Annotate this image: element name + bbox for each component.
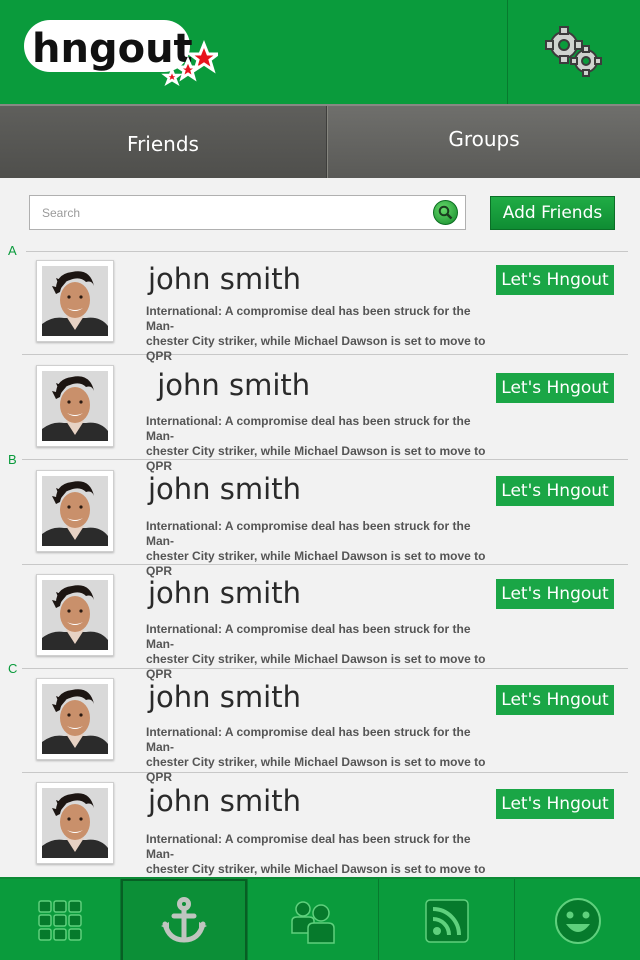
lets-hngout-button[interactable]: Let's Hngout bbox=[496, 579, 614, 609]
smiley-icon bbox=[554, 897, 601, 944]
search-input[interactable] bbox=[42, 196, 422, 229]
friend-description-line: chester City striker, while Michael Daws… bbox=[146, 549, 486, 578]
friend-description: International: A compromise deal has bee… bbox=[146, 725, 496, 785]
avatar-photo bbox=[42, 684, 108, 754]
rss-icon bbox=[424, 898, 469, 943]
lets-hngout-button[interactable]: Let's Hngout bbox=[496, 373, 614, 403]
friend-name: john smith bbox=[148, 576, 301, 610]
logo-text: hngout bbox=[32, 26, 193, 72]
search-button[interactable] bbox=[433, 200, 458, 225]
avatar-photo bbox=[42, 580, 108, 650]
add-friends-button[interactable]: Add Friends bbox=[490, 196, 615, 230]
nav-rss[interactable] bbox=[379, 879, 515, 960]
lets-hngout-button[interactable]: Let's Hngout bbox=[496, 265, 614, 295]
friend-description: International: A compromise deal has bee… bbox=[146, 622, 496, 682]
friend-description: International: A compromise deal has bee… bbox=[146, 414, 496, 474]
friend-name: john smith bbox=[148, 262, 301, 296]
section-letter-b: B bbox=[8, 452, 17, 467]
friend-description-line: International: A compromise deal has bee… bbox=[146, 622, 471, 651]
avatar[interactable] bbox=[36, 678, 114, 760]
lets-hngout-button[interactable]: Let's Hngout bbox=[496, 476, 614, 506]
avatar[interactable] bbox=[36, 365, 114, 447]
nav-people[interactable] bbox=[248, 879, 379, 960]
avatar-photo bbox=[42, 266, 108, 336]
section-letter-c: C bbox=[8, 661, 18, 676]
section-letter-a: A bbox=[8, 243, 17, 258]
settings-button[interactable] bbox=[507, 0, 640, 104]
friend-name: john smith bbox=[148, 368, 311, 402]
friend-description-line: chester City striker, while Michael Daws… bbox=[146, 755, 486, 784]
friend-description-line: chester City striker, while Michael Daws… bbox=[146, 652, 486, 681]
people-icon bbox=[291, 900, 335, 944]
friend-description-line: International: A compromise deal has bee… bbox=[146, 414, 471, 443]
friend-description: International: A compromise deal has bee… bbox=[146, 304, 496, 364]
nav-smiley[interactable] bbox=[515, 879, 640, 960]
divider bbox=[26, 251, 628, 252]
avatar-photo bbox=[42, 371, 108, 441]
tab-groups[interactable]: Groups bbox=[327, 106, 640, 178]
friend-name: john smith bbox=[148, 680, 301, 714]
search-icon bbox=[438, 205, 453, 220]
nav-anchor[interactable] bbox=[121, 879, 248, 960]
lets-hngout-button[interactable]: Let's Hngout bbox=[496, 685, 614, 715]
avatar[interactable] bbox=[36, 470, 114, 552]
friend-description-line: International: A compromise deal has bee… bbox=[146, 832, 471, 861]
friend-name: john smith bbox=[148, 472, 301, 506]
friend-name: john smith bbox=[148, 784, 301, 818]
gear-icon bbox=[545, 26, 602, 77]
avatar[interactable] bbox=[36, 574, 114, 656]
lets-hngout-button[interactable]: Let's Hngout bbox=[496, 789, 614, 819]
friend-description-line: chester City striker, while Michael Daws… bbox=[146, 334, 486, 363]
grid-icon bbox=[38, 899, 82, 941]
friend-description-line: chester City striker, while Michael Daws… bbox=[146, 444, 486, 473]
anchor-icon bbox=[161, 896, 207, 943]
avatar-photo bbox=[42, 788, 108, 858]
friend-description: International: A compromise deal has bee… bbox=[146, 519, 496, 579]
search-box bbox=[29, 195, 466, 230]
friend-description-line: International: A compromise deal has bee… bbox=[146, 304, 471, 333]
tab-friends[interactable]: Friends bbox=[0, 106, 327, 178]
app-logo: hngout bbox=[22, 16, 223, 90]
friend-description-line: International: A compromise deal has bee… bbox=[146, 725, 471, 754]
avatar-photo bbox=[42, 476, 108, 546]
tab-bar: Friends Groups bbox=[0, 104, 640, 178]
bottom-nav bbox=[0, 877, 640, 960]
avatar[interactable] bbox=[36, 260, 114, 342]
app-header: hngout bbox=[0, 0, 640, 104]
nav-grid[interactable] bbox=[0, 879, 121, 960]
friend-description-line: International: A compromise deal has bee… bbox=[146, 519, 471, 548]
avatar[interactable] bbox=[36, 782, 114, 864]
